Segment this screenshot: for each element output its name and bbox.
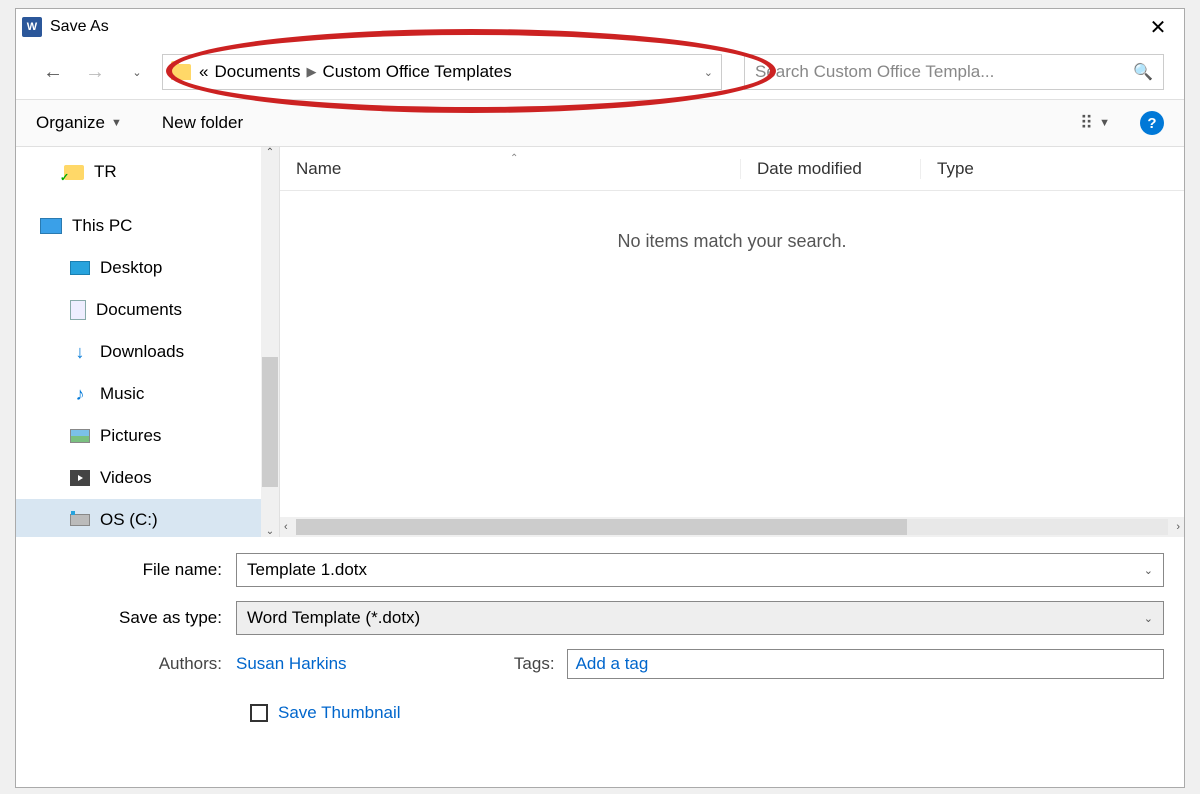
- sidebar-item-osc[interactable]: OS (C:): [16, 499, 279, 537]
- word-icon: W: [22, 17, 42, 37]
- thumbnail-label[interactable]: Save Thumbnail: [278, 703, 401, 723]
- sidebar-item-tr[interactable]: TR: [16, 151, 279, 193]
- type-label: Save as type:: [36, 608, 236, 628]
- caret-down-icon: ▼: [111, 117, 122, 129]
- chevron-right-icon[interactable]: ▶: [306, 64, 316, 80]
- drive-icon: [70, 514, 90, 526]
- organize-button[interactable]: Organize▼: [36, 113, 122, 133]
- music-icon: ♪: [70, 385, 90, 403]
- filename-input[interactable]: Template 1.dotx ⌄: [236, 553, 1164, 587]
- scroll-right-icon[interactable]: ›: [1172, 521, 1184, 533]
- search-input[interactable]: Search Custom Office Templa... 🔍: [744, 54, 1164, 90]
- authors-label: Authors:: [36, 654, 236, 674]
- sidebar-item-downloads[interactable]: ↓ Downloads: [16, 331, 279, 373]
- close-button[interactable]: ✕: [1138, 12, 1178, 42]
- save-as-dialog: W Save As ✕ ← → ⌄ « Documents ▶ Custom O…: [15, 8, 1185, 788]
- file-list: Name ⌃ Date modified Type No items match…: [280, 147, 1184, 537]
- forward-button[interactable]: →: [78, 55, 112, 89]
- address-dropdown-icon[interactable]: ⌄: [704, 66, 713, 79]
- back-button[interactable]: ←: [36, 55, 70, 89]
- view-options-button[interactable]: ⠿▼: [1080, 113, 1110, 134]
- titlebar: W Save As ✕: [16, 9, 1184, 45]
- thumbnail-checkbox[interactable]: [250, 704, 268, 722]
- authors-value[interactable]: Susan Harkins: [236, 654, 347, 674]
- recent-dropdown[interactable]: ⌄: [120, 55, 154, 89]
- column-name[interactable]: Name ⌃: [280, 159, 740, 179]
- view-icon: ⠿: [1080, 113, 1093, 134]
- nav-tree[interactable]: TR This PC Desktop Documents ↓ Downloads…: [16, 147, 280, 537]
- videos-icon: [70, 470, 90, 486]
- downloads-icon: ↓: [70, 343, 90, 361]
- save-form: File name: Template 1.dotx ⌄ Save as typ…: [16, 537, 1184, 729]
- horizontal-scrollbar[interactable]: ‹ ›: [280, 517, 1184, 537]
- tags-label: Tags:: [507, 654, 567, 674]
- scroll-up-icon[interactable]: ⌃: [266, 147, 274, 158]
- sidebar-item-videos[interactable]: Videos: [16, 457, 279, 499]
- sidebar-item-desktop[interactable]: Desktop: [16, 247, 279, 289]
- scroll-thumb[interactable]: [296, 519, 907, 535]
- type-combo[interactable]: Word Template (*.dotx) ⌄: [236, 601, 1164, 635]
- column-headers: Name ⌃ Date modified Type: [280, 147, 1184, 191]
- search-icon[interactable]: 🔍: [1133, 62, 1153, 82]
- pc-icon: [40, 218, 62, 234]
- sort-asc-icon: ⌃: [510, 153, 518, 164]
- folder-icon: [171, 64, 191, 80]
- sidebar-item-pictures[interactable]: Pictures: [16, 415, 279, 457]
- toolbar: Organize▼ New folder ⠿▼ ?: [16, 99, 1184, 147]
- dropdown-icon[interactable]: ⌄: [1144, 612, 1153, 625]
- documents-icon: [70, 300, 86, 320]
- window-title: Save As: [50, 18, 109, 36]
- help-button[interactable]: ?: [1140, 111, 1164, 135]
- column-date[interactable]: Date modified: [740, 159, 920, 179]
- breadcrumb-prefix: «: [199, 62, 208, 82]
- filename-label: File name:: [36, 560, 236, 580]
- breadcrumb-templates[interactable]: Custom Office Templates: [322, 62, 511, 82]
- desktop-icon: [70, 261, 90, 275]
- folder-check-icon: [64, 165, 84, 180]
- sidebar-item-thispc[interactable]: This PC: [16, 205, 279, 247]
- dropdown-icon[interactable]: ⌄: [1144, 564, 1153, 577]
- empty-message: No items match your search.: [280, 231, 1184, 252]
- scroll-thumb[interactable]: [262, 357, 278, 487]
- sidebar-item-music[interactable]: ♪ Music: [16, 373, 279, 415]
- breadcrumb-documents[interactable]: Documents: [214, 62, 300, 82]
- caret-down-icon: ▼: [1099, 117, 1110, 129]
- scroll-down-icon[interactable]: ⌄: [266, 526, 274, 537]
- pictures-icon: [70, 429, 90, 443]
- address-bar[interactable]: « Documents ▶ Custom Office Templates ⌄: [162, 54, 722, 90]
- sidebar-item-documents[interactable]: Documents: [16, 289, 279, 331]
- search-placeholder: Search Custom Office Templa...: [755, 62, 994, 82]
- column-type[interactable]: Type: [920, 159, 1184, 179]
- scroll-left-icon[interactable]: ‹: [280, 521, 292, 533]
- tags-input[interactable]: Add a tag: [567, 649, 1164, 679]
- explorer-body: TR This PC Desktop Documents ↓ Downloads…: [16, 147, 1184, 537]
- new-folder-button[interactable]: New folder: [162, 113, 243, 133]
- nav-bar: ← → ⌄ « Documents ▶ Custom Office Templa…: [16, 45, 1184, 99]
- sidebar-scrollbar[interactable]: ⌃ ⌄: [261, 147, 279, 537]
